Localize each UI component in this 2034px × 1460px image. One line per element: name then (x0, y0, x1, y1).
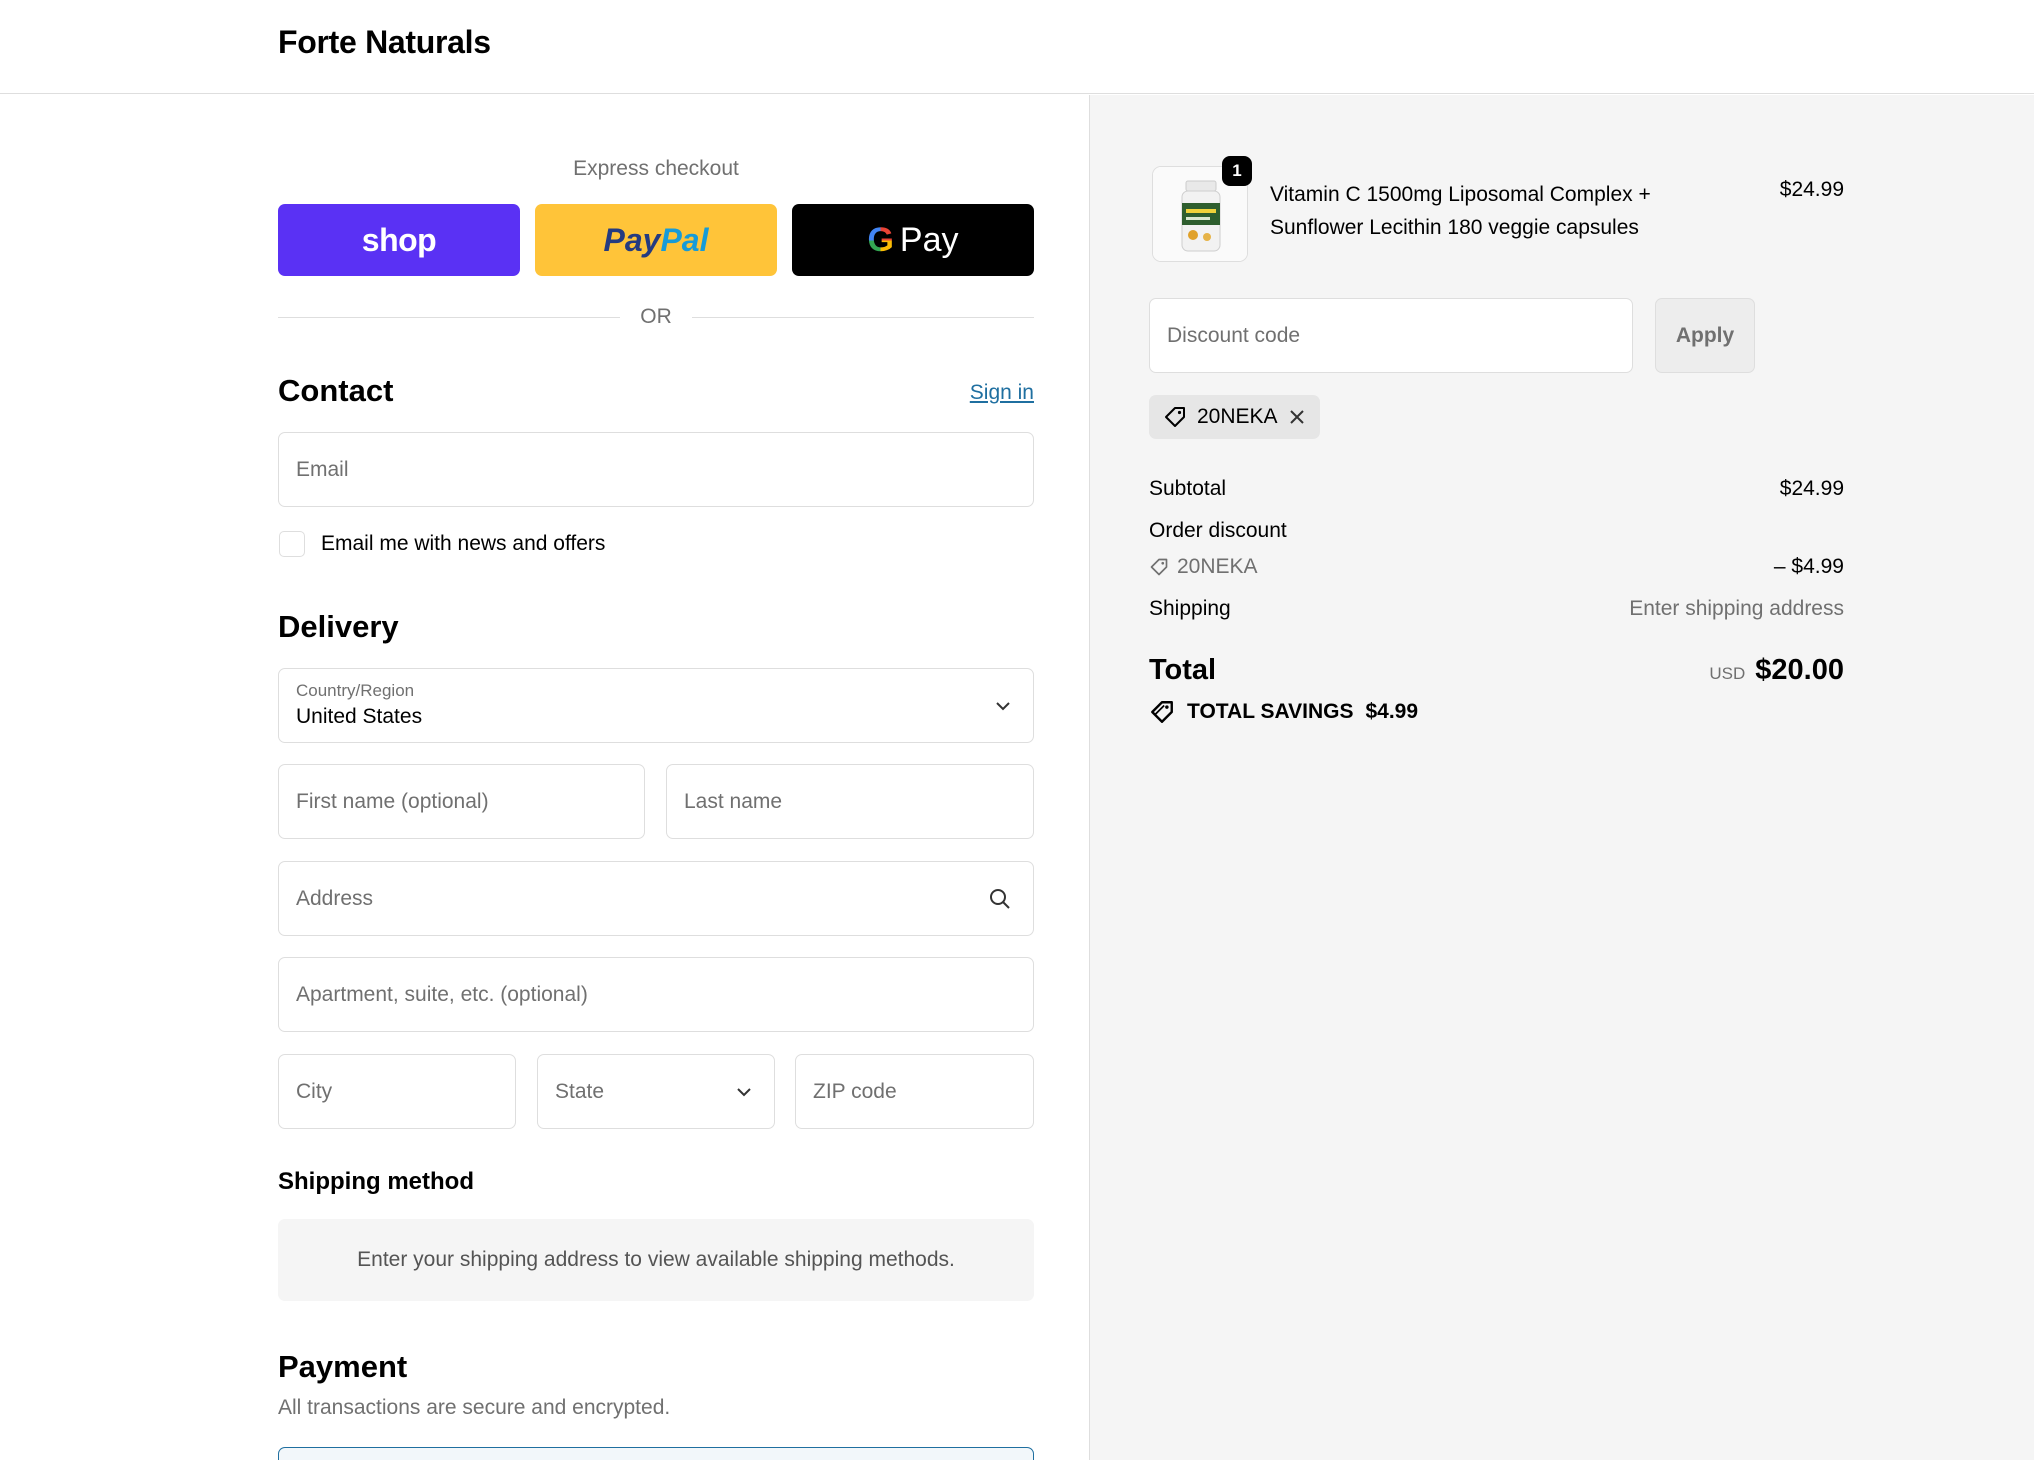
shipping-method-heading: Shipping method (278, 1168, 474, 1195)
shop-pay-logo: shop (361, 221, 437, 258)
shop-pay-button[interactable]: shop (278, 204, 520, 276)
country-value: United States (296, 705, 423, 728)
delivery-heading: Delivery (278, 609, 399, 644)
country-label: Country/Region (296, 681, 415, 700)
address-field[interactable]: Address (278, 861, 1034, 936)
email-field[interactable]: Email (278, 432, 1034, 507)
news-offers-checkbox[interactable] (279, 531, 305, 557)
paypal-button[interactable]: Pay Pal (535, 204, 777, 276)
discount-code-field[interactable]: Discount code (1149, 298, 1633, 373)
sign-in-link[interactable]: Sign in (970, 381, 1034, 405)
tag-icon (1163, 405, 1187, 429)
express-checkout-label: Express checkout (573, 157, 739, 180)
discount-placeholder: Discount code (1167, 323, 1301, 347)
apply-discount-button[interactable]: Apply (1655, 298, 1755, 373)
subtotal-label: Subtotal (1149, 477, 1227, 500)
applied-discount-chip: 20NEKA (1149, 395, 1320, 439)
search-icon[interactable] (989, 888, 1011, 910)
first-name-field[interactable]: First name (optional) (278, 764, 645, 839)
city-field[interactable]: City (278, 1054, 516, 1129)
discount-code-row: 20NEKA (1149, 555, 1258, 579)
apartment-field[interactable]: Apartment, suite, etc. (optional) (278, 957, 1034, 1032)
header: Forte Naturals (0, 0, 2034, 94)
product-name-line1: Vitamin C 1500mg Liposomal Complex + (1270, 183, 1651, 206)
news-offers-label: Email me with news and offers (321, 532, 606, 555)
total-value-group: USD $20.00 (1544, 654, 1844, 687)
payment-method-box[interactable] (278, 1447, 1034, 1460)
payment-heading: Payment (278, 1349, 408, 1384)
order-discount-label: Order discount (1149, 519, 1287, 542)
last-name-placeholder: Last name (684, 789, 783, 813)
product-name: Vitamin C 1500mg Liposomal Complex + Sun… (1270, 178, 1670, 244)
quantity-badge: 1 (1222, 156, 1252, 186)
total-value: $20.00 (1755, 654, 1844, 686)
product-price: $24.99 (1779, 178, 1844, 201)
google-pay-label: Pay (899, 220, 959, 259)
shipping-label: Shipping (1149, 597, 1231, 620)
google-g-icon: G (867, 220, 894, 259)
total-savings-value: $4.99 (1365, 700, 1419, 723)
applied-discount-code: 20NEKA (1197, 405, 1278, 428)
discount-code-text: 20NEKA (1177, 555, 1258, 578)
apartment-placeholder: Apartment, suite, etc. (optional) (296, 982, 588, 1006)
paypal-logo-part2: Pal (660, 221, 709, 258)
first-name-placeholder: First name (optional) (296, 789, 489, 813)
order-summary: 1 Vitamin C 1500mg Liposomal Complex + S… (1089, 95, 2034, 1460)
state-placeholder: State (555, 1079, 605, 1103)
subtotal-value: $24.99 (1779, 477, 1844, 500)
city-placeholder: City (296, 1079, 333, 1103)
total-savings: TOTAL SAVINGS $4.99 (1149, 699, 1418, 725)
state-select[interactable]: State (537, 1054, 775, 1129)
store-logo[interactable]: Forte Naturals (278, 24, 491, 61)
tag-icon (1149, 699, 1175, 725)
tag-icon (1149, 557, 1169, 577)
email-placeholder: Email (296, 457, 349, 481)
discount-value: – $4.99 (1773, 555, 1844, 578)
zip-placeholder: ZIP code (813, 1079, 897, 1103)
total-label: Total (1149, 654, 1217, 686)
shipping-method-info: Enter your shipping address to view avai… (278, 1219, 1034, 1301)
payment-subtitle: All transactions are secure and encrypte… (278, 1396, 671, 1419)
product-name-line2: Sunflower Lecithin 180 veggie capsules (1270, 216, 1639, 239)
contact-heading: Contact (278, 373, 394, 408)
shipping-value: Enter shipping address (1629, 597, 1844, 620)
or-separator: OR (278, 305, 1034, 329)
zip-field[interactable]: ZIP code (795, 1054, 1034, 1129)
country-select[interactable]: Country/Region United States (278, 668, 1034, 743)
total-savings-label: TOTAL SAVINGS (1187, 700, 1354, 723)
currency-code: USD (1709, 664, 1746, 683)
last-name-field[interactable]: Last name (666, 764, 1034, 839)
paypal-logo-part1: Pay (603, 221, 661, 258)
google-pay-button[interactable]: G Pay (792, 204, 1034, 276)
chevron-down-icon (736, 1087, 752, 1097)
chevron-down-icon (995, 701, 1011, 711)
address-placeholder: Address (296, 886, 374, 910)
remove-discount-icon[interactable] (1288, 408, 1306, 426)
checkout-form: Express checkout shop Pay Pal G Pay OR Co… (0, 95, 1089, 1460)
